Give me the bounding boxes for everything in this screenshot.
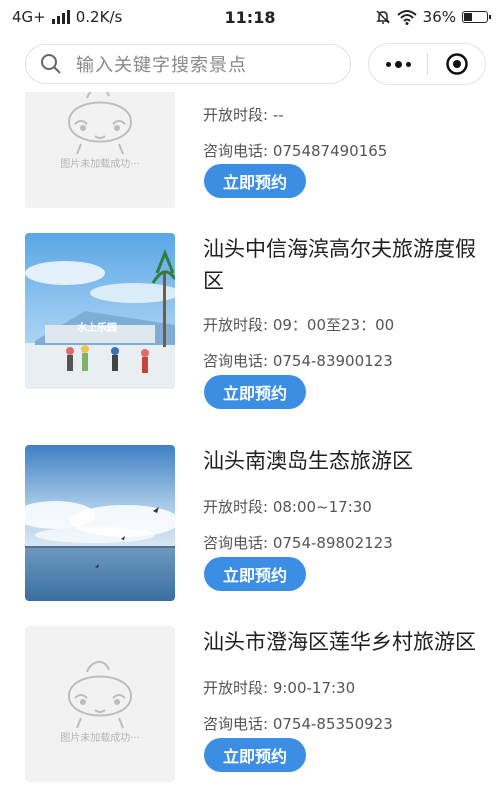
more-menu-button[interactable] [369,44,427,84]
opening-hours: 开放时段: -- [203,106,284,124]
wifi-icon [396,10,417,25]
signal-icon [51,10,70,24]
close-miniprogram-button[interactable] [428,52,485,76]
mute-icon [375,10,390,24]
book-now-button[interactable]: 立即预约 [204,557,306,591]
book-now-button[interactable]: 立即预约 [204,738,306,772]
contact-phone: 咨询电话: 0754-89802123 [203,534,393,552]
book-now-button[interactable]: 立即预约 [204,164,306,198]
scenic-photo [25,445,175,601]
placeholder-mascot-icon [67,661,133,729]
book-now-button[interactable]: 立即预约 [204,375,306,409]
search-icon [41,54,61,74]
dot-icon [405,61,411,67]
network-speed: 0.2K/s [75,8,123,26]
opening-hours: 开放时段: 9:00-17:30 [203,679,356,697]
contact-phone: 咨询电话: 0754-83900123 [203,352,393,370]
sea-bridge-photo-icon [25,445,175,601]
scenic-photo: 水上乐园 [25,233,175,389]
spot-title[interactable]: 汕头南澳岛生态旅游区 [203,445,480,477]
network-type: 4G+ [12,8,46,26]
battery-icon [462,11,491,23]
water-park-photo-icon [25,233,175,389]
water-park-sign: 水上乐园 [77,323,117,334]
spot-title[interactable]: 汕头市澄海区莲华乡村旅游区 [203,626,480,658]
spot-title[interactable]: 汕头中信海滨高尔夫旅游度假区 [203,233,480,297]
image-placeholder: 图片未加载成功··· [25,626,175,782]
contact-phone: 咨询电话: 075487490165 [203,142,388,160]
miniprogram-capsule [368,43,486,85]
scenic-spot-list[interactable]: 图片未加载成功··· 开放时段: -- 咨询电话: 075487490165 立… [0,0,500,800]
image-error-text: 图片未加载成功··· [60,733,140,744]
search-bar[interactable]: 输入关键字搜索景点 [25,44,351,84]
contact-phone: 咨询电话: 0754-85350923 [203,715,393,733]
target-close-icon [445,53,468,75]
search-placeholder: 输入关键字搜索景点 [76,55,247,76]
image-error-text: 图片未加载成功··· [60,159,140,170]
clock: 11:18 [224,7,276,27]
opening-hours: 开放时段: 08:00~17:30 [203,498,372,516]
header: 输入关键字搜索景点 [0,34,500,92]
opening-hours: 开放时段: 09：00至23：00 [203,316,395,334]
battery-percent: 36% [422,8,456,26]
status-bar: 4G+ 0.2K/s 11:18 36% [0,0,500,34]
dot-icon [394,60,402,68]
dot-icon [385,61,391,67]
